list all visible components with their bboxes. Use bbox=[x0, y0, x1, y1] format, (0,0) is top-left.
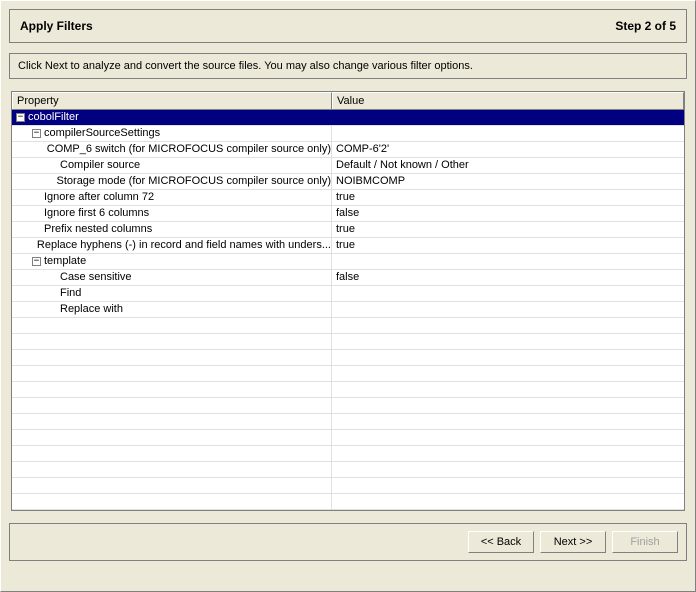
table-row bbox=[12, 494, 684, 510]
step-indicator: Step 2 of 5 bbox=[615, 19, 676, 33]
property-label: Ignore after column 72 bbox=[44, 190, 154, 205]
property-cell: Compiler source bbox=[12, 158, 332, 173]
property-label: template bbox=[44, 254, 86, 269]
page-title: Apply Filters bbox=[20, 19, 93, 33]
table-row[interactable]: −compilerSourceSettings bbox=[12, 126, 684, 142]
collapse-icon[interactable]: − bbox=[32, 129, 41, 138]
table-row[interactable]: Storage mode (for MICROFOCUS compiler so… bbox=[12, 174, 684, 190]
value-cell[interactable] bbox=[332, 254, 684, 269]
property-cell: COMP_6 switch (for MICROFOCUS compiler s… bbox=[12, 142, 332, 157]
table-row[interactable]: Replace with bbox=[12, 302, 684, 318]
property-label: compilerSourceSettings bbox=[44, 126, 160, 141]
table-row[interactable]: Find bbox=[12, 286, 684, 302]
table-row bbox=[12, 398, 684, 414]
table-row[interactable]: Case sensitive false bbox=[12, 270, 684, 286]
property-cell: −cobolFilter bbox=[12, 110, 332, 125]
value-cell[interactable] bbox=[332, 110, 684, 125]
property-table: Property Value −cobolFilter−compilerSour… bbox=[11, 91, 685, 511]
value-cell[interactable]: NOIBMCOMP bbox=[332, 174, 684, 189]
property-cell: Prefix nested columns bbox=[12, 222, 332, 237]
property-label: Storage mode (for MICROFOCUS compiler so… bbox=[57, 174, 331, 189]
table-row[interactable]: COMP_6 switch (for MICROFOCUS compiler s… bbox=[12, 142, 684, 158]
table-row bbox=[12, 366, 684, 382]
table-row[interactable]: Ignore first 6 columns false bbox=[12, 206, 684, 222]
next-button[interactable]: Next >> bbox=[540, 531, 606, 553]
property-label: COMP_6 switch (for MICROFOCUS compiler s… bbox=[47, 142, 331, 157]
header-bar: Apply Filters Step 2 of 5 bbox=[9, 9, 687, 43]
property-cell: Ignore first 6 columns bbox=[12, 206, 332, 221]
value-cell[interactable] bbox=[332, 302, 684, 317]
table-row bbox=[12, 334, 684, 350]
wizard-panel: Apply Filters Step 2 of 5 Click Next to … bbox=[0, 0, 696, 592]
property-label: Replace with bbox=[60, 302, 123, 317]
value-cell[interactable]: Default / Not known / Other bbox=[332, 158, 684, 173]
value-cell[interactable] bbox=[332, 126, 684, 141]
table-row bbox=[12, 318, 684, 334]
property-cell: Replace with bbox=[12, 302, 332, 317]
table-row[interactable]: Replace hyphens (-) in record and field … bbox=[12, 238, 684, 254]
back-button[interactable]: << Back bbox=[468, 531, 534, 553]
collapse-icon[interactable]: − bbox=[16, 113, 25, 122]
property-label: cobolFilter bbox=[28, 110, 79, 125]
property-cell: Replace hyphens (-) in record and field … bbox=[12, 238, 332, 253]
property-cell: Find bbox=[12, 286, 332, 301]
table-row[interactable]: −template bbox=[12, 254, 684, 270]
property-label: Find bbox=[60, 286, 81, 301]
description-box: Click Next to analyze and convert the so… bbox=[9, 53, 687, 79]
table-body: −cobolFilter−compilerSourceSettingsCOMP_… bbox=[12, 110, 684, 510]
table-row bbox=[12, 446, 684, 462]
property-cell: −template bbox=[12, 254, 332, 269]
table-row bbox=[12, 350, 684, 366]
property-label: Compiler source bbox=[60, 158, 140, 173]
property-cell: Ignore after column 72 bbox=[12, 190, 332, 205]
property-label: Ignore first 6 columns bbox=[44, 206, 149, 221]
table-row bbox=[12, 414, 684, 430]
value-cell[interactable]: COMP-6'2' bbox=[332, 142, 684, 157]
table-header: Property Value bbox=[12, 92, 684, 110]
table-row[interactable]: Compiler source Default / Not known / Oth… bbox=[12, 158, 684, 174]
property-cell: −compilerSourceSettings bbox=[12, 126, 332, 141]
description-text: Click Next to analyze and convert the so… bbox=[18, 60, 473, 72]
property-label: Prefix nested columns bbox=[44, 222, 152, 237]
table-row[interactable]: Prefix nested columns true bbox=[12, 222, 684, 238]
value-cell[interactable]: true bbox=[332, 190, 684, 205]
table-row bbox=[12, 462, 684, 478]
column-header-value[interactable]: Value bbox=[332, 92, 684, 109]
value-cell[interactable]: true bbox=[332, 238, 684, 253]
table-row[interactable]: Ignore after column 72 true bbox=[12, 190, 684, 206]
value-cell[interactable]: true bbox=[332, 222, 684, 237]
column-header-property[interactable]: Property bbox=[12, 92, 332, 109]
property-label: Case sensitive bbox=[60, 270, 132, 285]
table-row bbox=[12, 430, 684, 446]
property-label: Replace hyphens (-) in record and field … bbox=[37, 238, 331, 253]
button-bar: << Back Next >> Finish bbox=[9, 523, 687, 561]
finish-button[interactable]: Finish bbox=[612, 531, 678, 553]
value-cell[interactable]: false bbox=[332, 206, 684, 221]
property-cell: Case sensitive bbox=[12, 270, 332, 285]
table-row bbox=[12, 478, 684, 494]
property-cell: Storage mode (for MICROFOCUS compiler so… bbox=[12, 174, 332, 189]
value-cell[interactable] bbox=[332, 286, 684, 301]
table-row bbox=[12, 382, 684, 398]
collapse-icon[interactable]: − bbox=[32, 257, 41, 266]
table-row[interactable]: −cobolFilter bbox=[12, 110, 684, 126]
value-cell[interactable]: false bbox=[332, 270, 684, 285]
